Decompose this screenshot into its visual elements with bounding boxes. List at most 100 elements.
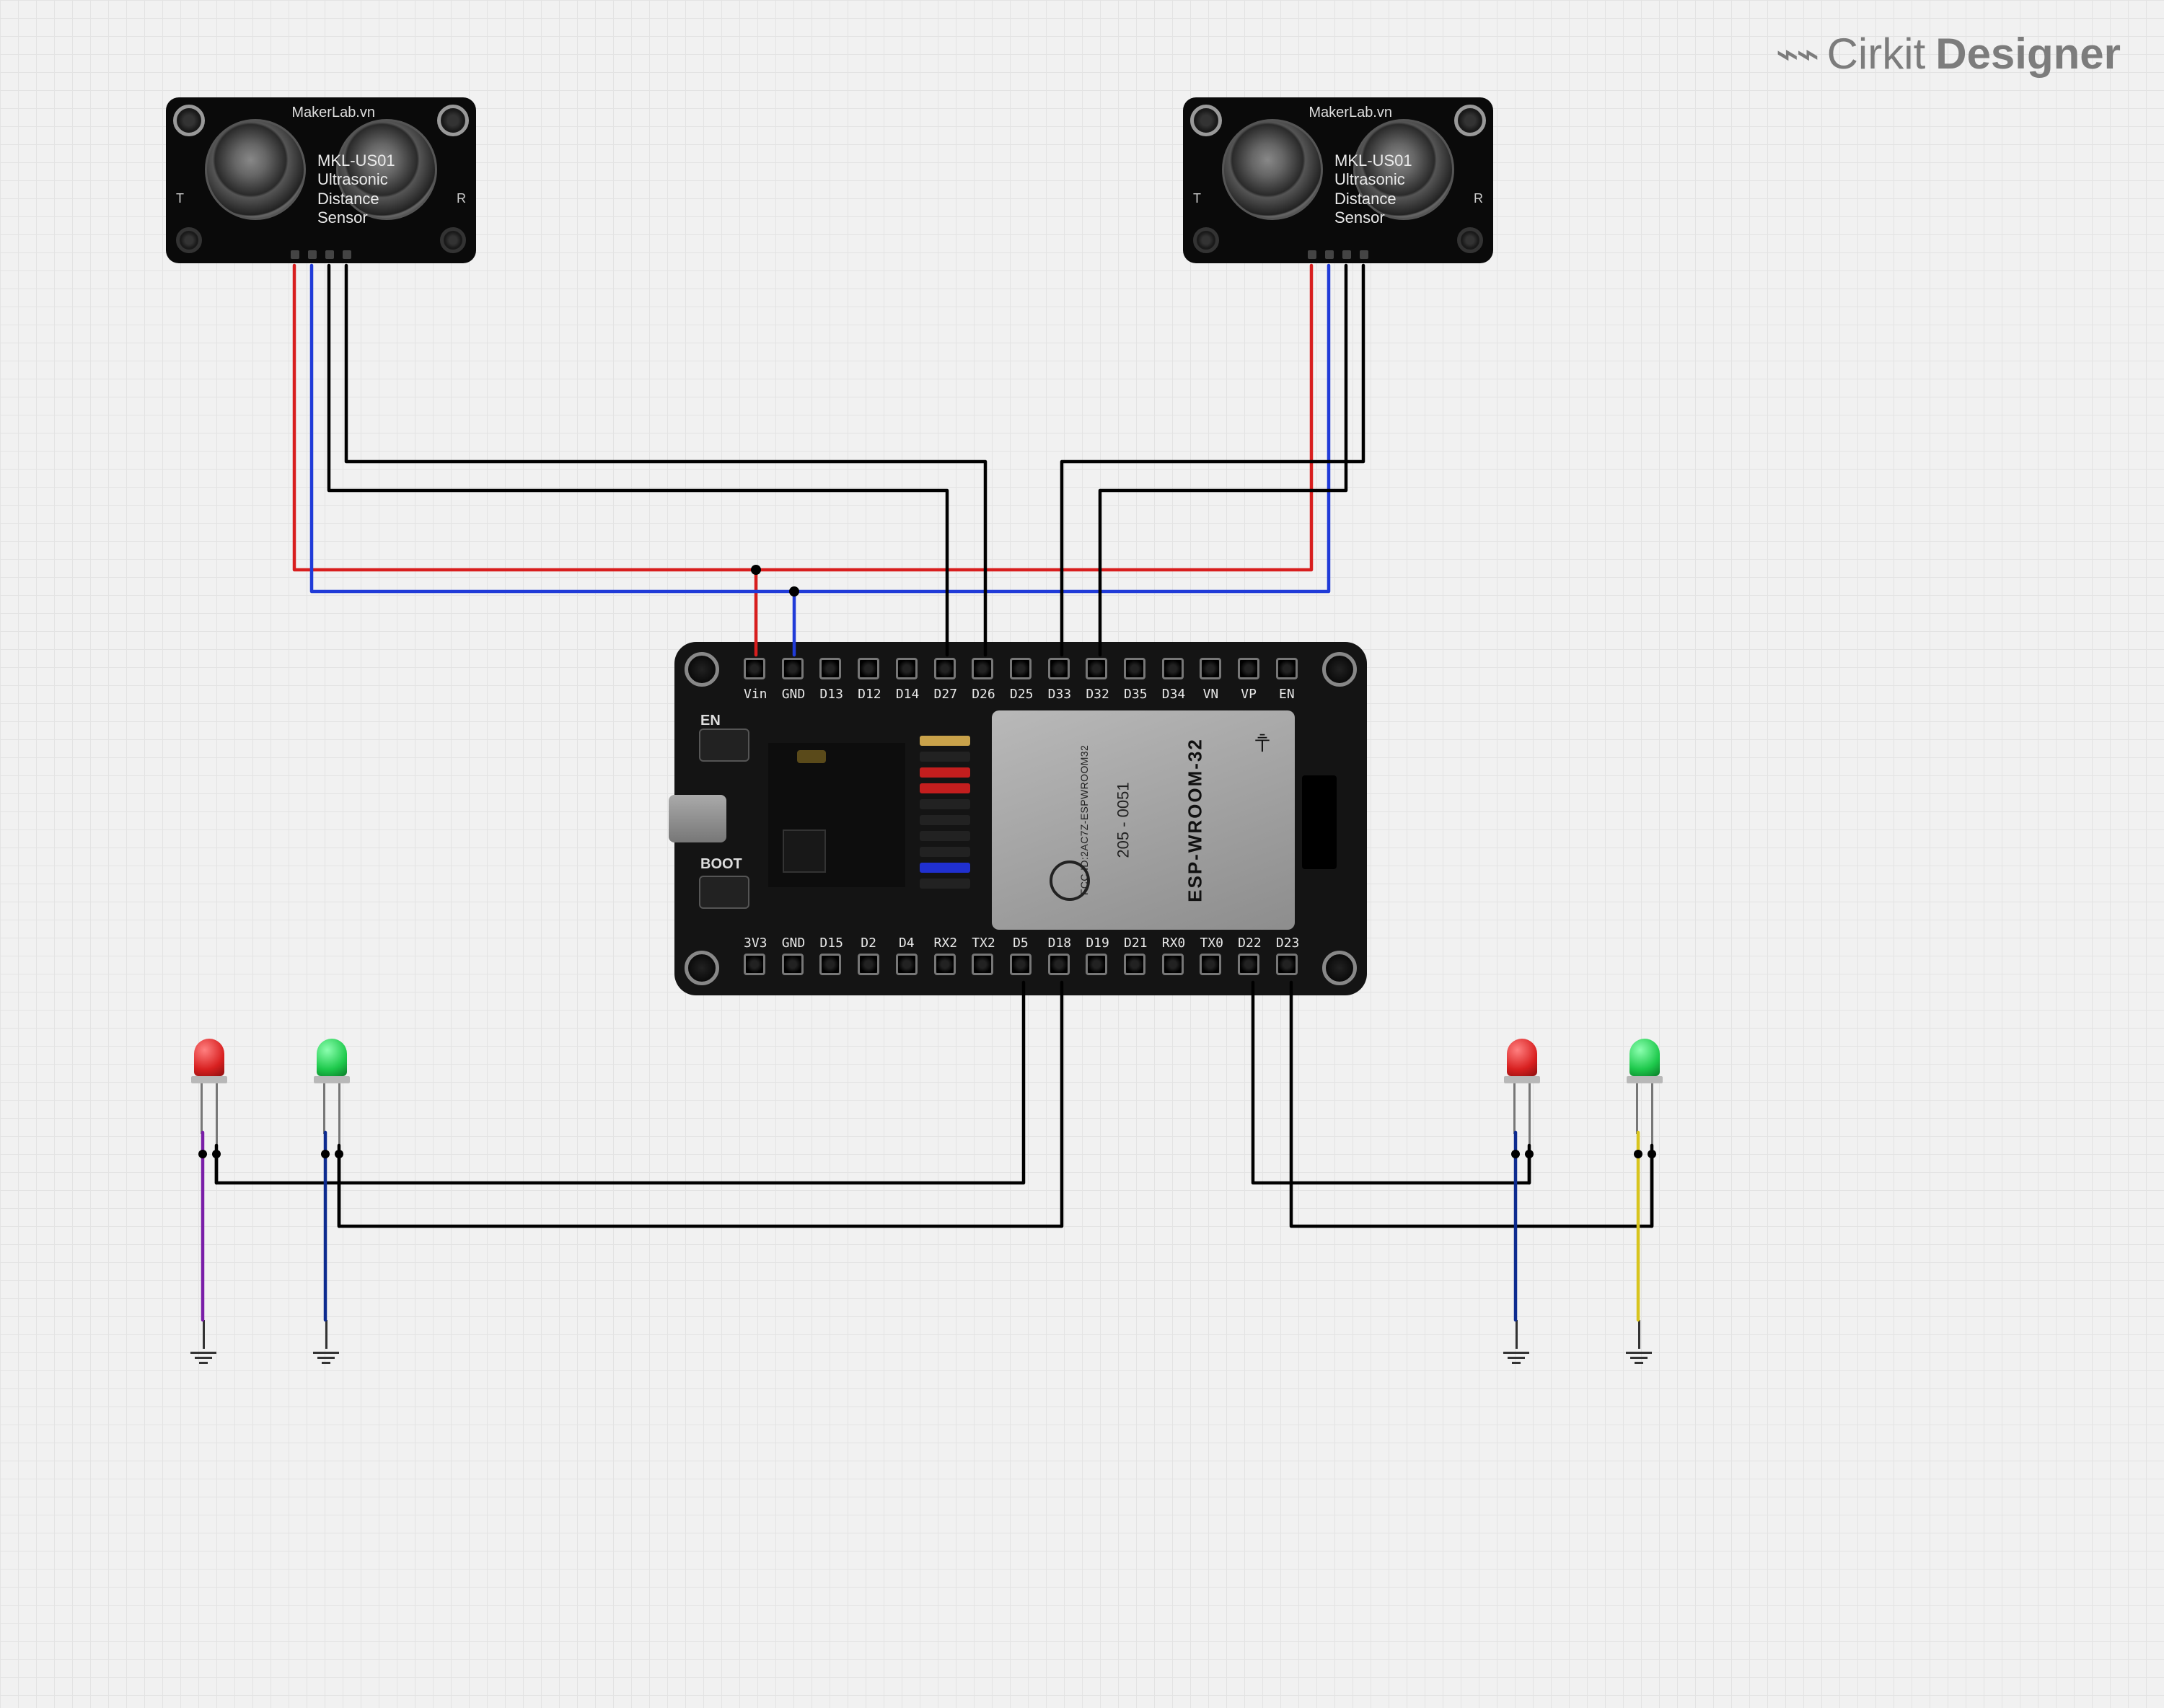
usb-port-icon (669, 795, 726, 842)
pin-d23[interactable] (1276, 954, 1298, 975)
regulator-block (768, 743, 905, 887)
sensor-model-label: MKL-US01 Ultrasonic Distance Sensor (317, 151, 395, 228)
pin-d21[interactable] (1124, 954, 1145, 975)
pin-label: D4 (896, 936, 918, 951)
pin-row (291, 250, 351, 259)
vendor-label: MakerLab.vn (1308, 105, 1392, 121)
pin-label: D19 (1086, 936, 1107, 951)
pin-label: D15 (819, 936, 841, 951)
pin-en[interactable] (1276, 658, 1298, 679)
boot-button[interactable] (699, 876, 749, 909)
pin-d22[interactable] (1238, 954, 1259, 975)
pin-label: RX2 (934, 936, 956, 951)
esp32-board[interactable]: VinGNDD13D12D14D27D26D25D33D32D35D34VNVP… (674, 642, 1367, 995)
pin-d35[interactable] (1124, 658, 1145, 679)
led-bulb-icon (1507, 1039, 1537, 1076)
led-red-2[interactable] (1493, 1039, 1551, 1145)
pin-d33[interactable] (1048, 658, 1070, 679)
pin-label: D18 (1048, 936, 1070, 951)
pin-d14[interactable] (896, 658, 918, 679)
pin-header-top[interactable] (744, 658, 1298, 684)
transducer-icon (1222, 119, 1323, 220)
pin-label: D32 (1086, 687, 1107, 702)
pin-gnd[interactable] (782, 954, 804, 975)
pin-label: D33 (1048, 687, 1070, 702)
led-red-1[interactable] (180, 1039, 238, 1145)
pin-label: D13 (819, 687, 841, 702)
pin-label: D14 (896, 687, 918, 702)
mount-hole-icon (173, 105, 205, 136)
pin-label: D23 (1276, 936, 1298, 951)
shield-code-label: 205 - 0051 (1114, 782, 1133, 858)
mount-hole-icon (1190, 105, 1222, 136)
led-green-1[interactable] (303, 1039, 361, 1145)
transducer-icon (205, 119, 306, 220)
ultrasonic-sensor-left[interactable]: MakerLab.vn MKL-US01 Ultrasonic Distance… (166, 97, 476, 263)
pin-tx0[interactable] (1200, 954, 1221, 975)
pin-label: D26 (972, 687, 993, 702)
pin-3v3[interactable] (744, 954, 765, 975)
pin-rx2[interactable] (934, 954, 956, 975)
pin-header-bottom[interactable] (744, 954, 1298, 980)
mount-hole-icon (176, 227, 202, 253)
pin-vin[interactable] (744, 658, 765, 679)
pin-vp[interactable] (1238, 658, 1259, 679)
pin-r-label: R (457, 191, 466, 206)
pin-d19[interactable] (1086, 954, 1107, 975)
pin-gnd[interactable] (782, 658, 804, 679)
pin-d34[interactable] (1162, 658, 1184, 679)
pin-d5[interactable] (1010, 954, 1032, 975)
pin-label: VP (1238, 687, 1259, 702)
pin-label: RX0 (1162, 936, 1184, 951)
pin-vn[interactable] (1200, 658, 1221, 679)
pin-d12[interactable] (858, 658, 879, 679)
pin-label: D22 (1238, 936, 1259, 951)
ground-symbol (189, 1320, 218, 1364)
mount-hole-icon (1322, 652, 1357, 687)
pin-label: D25 (1010, 687, 1032, 702)
pin-r-label: R (1474, 191, 1483, 206)
mount-hole-icon (440, 227, 466, 253)
pin-label: TX0 (1200, 936, 1221, 951)
en-button[interactable] (699, 728, 749, 762)
boot-button-label: BOOT (700, 856, 742, 873)
pin-d32[interactable] (1086, 658, 1107, 679)
led-bulb-icon (1629, 1039, 1660, 1076)
espressif-logo-icon (1050, 860, 1090, 901)
pin-d18[interactable] (1048, 954, 1070, 975)
mount-hole-icon (685, 652, 719, 687)
mount-hole-icon (1457, 227, 1483, 253)
pin-d2[interactable] (858, 954, 879, 975)
led-green-2[interactable] (1616, 1039, 1673, 1145)
pin-t-label: T (1193, 191, 1201, 206)
pin-d4[interactable] (896, 954, 918, 975)
en-button-label: EN (700, 713, 721, 729)
led-bulb-icon (194, 1039, 224, 1076)
ultrasonic-sensor-right[interactable]: MakerLab.vn MKL-US01 Ultrasonic Distance… (1183, 97, 1493, 263)
mount-hole-icon (437, 105, 469, 136)
pin-d27[interactable] (934, 658, 956, 679)
pin-labels-top: VinGNDD13D12D14D27D26D25D33D32D35D34VNVP… (744, 687, 1298, 702)
ground-symbol (1502, 1320, 1531, 1364)
brand-word-2: Designer (1935, 29, 2121, 79)
led-bulb-icon (317, 1039, 347, 1076)
app-watermark: ⌁⌁ Cirkit Designer (1776, 29, 2121, 79)
shield-name-label: ESP-WROOM-32 (1184, 738, 1207, 902)
pin-rx0[interactable] (1162, 954, 1184, 975)
pin-row (1308, 250, 1368, 259)
pin-label: GND (782, 687, 804, 702)
pin-label: D27 (934, 687, 956, 702)
pin-label: Vin (744, 687, 765, 702)
pin-label: GND (782, 936, 804, 951)
pin-label: 3V3 (744, 936, 765, 951)
status-led-strip (920, 736, 970, 889)
mount-hole-icon (1454, 105, 1486, 136)
pin-d13[interactable] (819, 658, 841, 679)
pin-d15[interactable] (819, 954, 841, 975)
brand-word-1: Cirkit (1827, 29, 1926, 79)
pin-label: D34 (1162, 687, 1184, 702)
pin-labels-bottom: 3V3GNDD15D2D4RX2TX2D5D18D19D21RX0TX0D22D… (744, 936, 1298, 951)
pin-d26[interactable] (972, 658, 993, 679)
pin-d25[interactable] (1010, 658, 1032, 679)
pin-tx2[interactable] (972, 954, 993, 975)
